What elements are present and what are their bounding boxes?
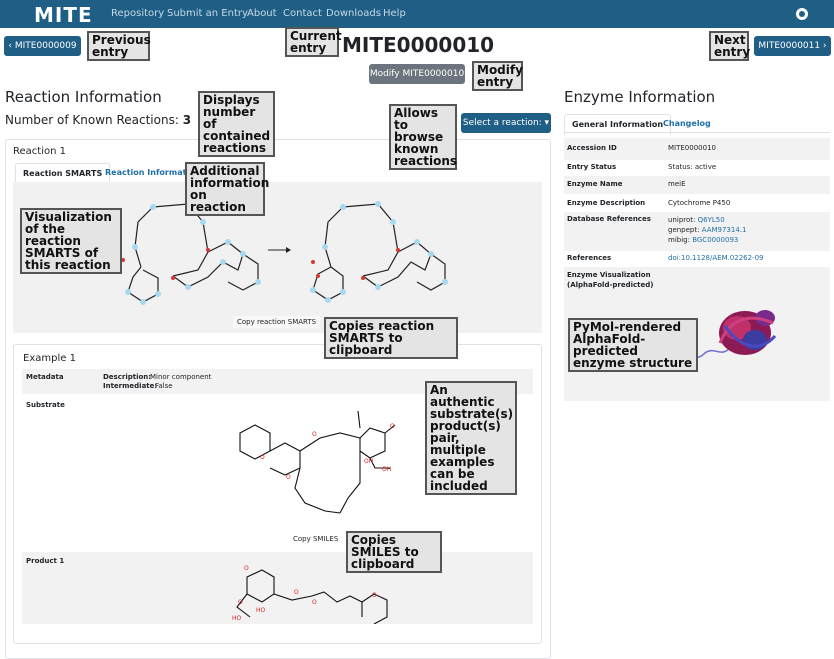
example-title: Example 1 <box>23 353 76 364</box>
logo[interactable]: MITE <box>34 3 93 27</box>
callout-modify: Modify entry <box>472 61 523 91</box>
tab-changelog[interactable]: Changelog <box>656 114 718 133</box>
accession-key: Accession ID <box>567 144 617 152</box>
name-key: Enzyme Name <box>567 180 623 188</box>
known-reactions-label: Number of Known Reactions: <box>5 113 179 127</box>
nav-help[interactable]: Help <box>383 8 406 19</box>
copy-smiles-button[interactable]: Copy SMILES <box>289 533 342 545</box>
description-value-enzyme: Cytochrome P450 <box>668 199 731 207</box>
known-reactions: Number of Known Reactions: 3 <box>5 113 191 127</box>
prev-entry-label: MITE0000009 <box>14 41 77 51</box>
description-key: Description: <box>103 373 152 381</box>
enzyme-tab-divider <box>564 132 830 133</box>
svg-text:O: O <box>390 423 395 430</box>
row-status: Entry Status Status: active <box>564 160 830 176</box>
metadata-label: Metadata <box>26 373 64 381</box>
svg-text:HO: HO <box>256 607 266 614</box>
uniprot-key: uniprot: <box>668 216 696 224</box>
nav-about[interactable]: About <box>247 8 277 19</box>
copy-reaction-smarts-button[interactable]: Copy reaction SMARTS <box>233 316 321 328</box>
navbar: MITE Repository Submit an Entry About Co… <box>0 0 834 28</box>
nav-downloads[interactable]: Downloads <box>326 8 381 19</box>
callout-pymol: PyMol-rendered AlphaFold-predicted enzym… <box>568 318 698 372</box>
mibig-link[interactable]: BGC0000093 <box>692 236 738 244</box>
description-value: Minor component <box>150 373 212 381</box>
select-reaction-label: Select a reaction: <box>462 118 542 128</box>
nav-repository[interactable]: Repository <box>111 8 164 19</box>
status-key: Entry Status <box>567 163 617 171</box>
genpept-key: genpept: <box>668 226 700 234</box>
mibig-key: mibig: <box>668 236 690 244</box>
row-db-refs: Database References uniprot: Q6YL50 genp… <box>564 215 830 249</box>
genpept-line: genpept: AAM97314.1 <box>668 226 746 234</box>
svg-text:OH: OH <box>382 466 391 473</box>
svg-text:O: O <box>312 599 317 606</box>
name-value: meiE <box>668 180 686 188</box>
svg-text:HO: HO <box>232 615 242 622</box>
callout-browse: Allows to browse known reactions <box>389 104 457 170</box>
callout-copies-smiles: Copies SMILES to clipboard <box>346 531 442 573</box>
callout-visualization: Visualization of the reaction SMARTS of … <box>20 208 122 274</box>
visualization-key: Enzyme Visualization (AlphaFold-predicte… <box>567 271 654 289</box>
svg-text:O: O <box>372 592 377 599</box>
callout-authentic: An authentic substrate(s) product(s) pai… <box>425 381 517 495</box>
svg-text:O: O <box>238 599 243 606</box>
next-entry-label: MITE0000011 <box>758 41 821 51</box>
callout-next: Next entry <box>709 31 750 61</box>
mibig-line: mibig: BGC0000093 <box>668 236 738 244</box>
row-references: References doi:10.1128/AEM.02262-09 <box>564 251 830 267</box>
reaction-heading: Reaction Information <box>5 88 162 106</box>
github-icon[interactable] <box>796 8 808 20</box>
svg-text:O: O <box>286 474 291 481</box>
svg-text:O: O <box>312 431 317 438</box>
status-value: Status: active <box>668 163 717 171</box>
svg-text:O: O <box>294 589 299 596</box>
nav-submit[interactable]: Submit an Entry <box>167 8 248 19</box>
callout-displays: Displays number of contained reactions <box>198 91 275 157</box>
callout-previous: Previous entry <box>87 31 151 61</box>
modify-entry-button[interactable]: Modify MITE0000010 <box>369 64 465 84</box>
known-reactions-count: 3 <box>182 113 192 127</box>
references-link[interactable]: doi:10.1128/AEM.02262-09 <box>668 254 764 262</box>
product-label: Product 1 <box>26 557 65 565</box>
nav-contact[interactable]: Contact <box>283 8 322 19</box>
uniprot-link[interactable]: Q6YL50 <box>698 216 725 224</box>
select-reaction-button[interactable]: Select a reaction: ▾ <box>461 113 551 133</box>
references-key: References <box>567 254 612 262</box>
callout-copies-smarts: Copies reaction SMARTS to clipboard <box>324 317 458 359</box>
substrate-label: Substrate <box>26 401 65 409</box>
enzyme-heading: Enzyme Information <box>564 88 716 106</box>
next-entry-button[interactable]: MITE0000011 › <box>754 36 831 56</box>
accession-value: MITE0000010 <box>668 144 716 152</box>
substrate-structure: O O O OH OH O <box>239 410 396 514</box>
callout-current: Current entry <box>285 27 342 57</box>
page-title: MITE0000010 <box>342 33 495 57</box>
svg-text:O: O <box>260 454 265 461</box>
row-visualization: Enzyme Visualization (AlphaFold-predicte… <box>564 270 830 292</box>
intermediate-value: False <box>155 382 173 390</box>
svg-text:OH: OH <box>364 458 373 465</box>
description-key-enzyme: Enzyme Description <box>567 199 646 207</box>
row-accession: Accession ID MITE0000010 <box>564 144 830 156</box>
genpept-link[interactable]: AAM97314.1 <box>702 226 747 234</box>
uniprot-line: uniprot: Q6YL50 <box>668 216 725 224</box>
intermediate-key: Intermediate: <box>103 382 158 390</box>
tab-reaction-smarts[interactable]: Reaction SMARTS <box>15 163 111 184</box>
prev-entry-button[interactable]: ‹ MITE0000009 <box>4 36 81 56</box>
row-name: Enzyme Name meiE <box>564 180 830 192</box>
db-refs-key: Database References <box>567 215 651 223</box>
row-description: Enzyme Description Cytochrome P450 <box>564 194 830 212</box>
callout-additional: Additional information on reaction <box>185 162 269 216</box>
reaction-panel-title: Reaction 1 <box>13 146 66 157</box>
svg-text:O: O <box>244 565 249 572</box>
